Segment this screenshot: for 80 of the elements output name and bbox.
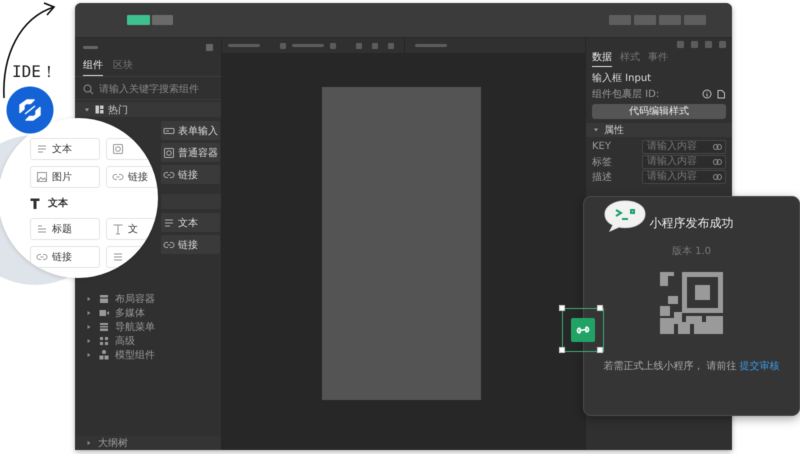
component-tile[interactable]: 链接 [161, 165, 220, 184]
category-item[interactable]: 高级 [115, 334, 135, 348]
resize-handle[interactable] [597, 347, 603, 353]
image-icon [36, 171, 48, 183]
dialog-title: 小程序发布成功 [650, 215, 734, 232]
search-icon [83, 84, 94, 94]
tile-label: 链接 [178, 168, 198, 182]
link-icon [112, 171, 124, 183]
copy-icon [716, 89, 726, 99]
tile-label: 标题 [52, 222, 72, 236]
component-tile[interactable]: 文本 [30, 138, 100, 160]
field-label: KEY [592, 141, 612, 152]
square-frame-icon [112, 143, 124, 155]
layout-icon [98, 293, 110, 305]
category-item[interactable]: 布局容器 [115, 292, 155, 306]
component-tile[interactable]: 表单输入 [161, 121, 220, 140]
panel-tab[interactable]: 组件 [83, 56, 103, 76]
square-frame-icon [163, 146, 175, 158]
component-title: 输入框 Input [591, 72, 652, 85]
code-edit-button[interactable]: 代码编辑样式 [592, 104, 726, 119]
terminal-chat-icon [603, 200, 647, 232]
toolbar-button[interactable] [634, 15, 656, 25]
component-tile[interactable]: 标题 [30, 218, 100, 240]
grid-dots-icon [98, 335, 110, 347]
link-icon [713, 144, 722, 150]
link-icon [713, 174, 722, 180]
tile-label: 表单输入 [178, 124, 218, 138]
component-tile[interactable]: 链接 [106, 166, 158, 188]
submit-review-link[interactable]: 提交审核 [740, 361, 780, 372]
handwritten-label: IDE！ [12, 62, 57, 83]
list-icon [112, 251, 124, 263]
component-tile[interactable]: 文 [106, 218, 158, 240]
video-icon [98, 307, 110, 319]
field-label: 标签 [592, 156, 613, 168]
letter-t-icon [112, 223, 124, 235]
tile-label: 文本 [52, 142, 72, 156]
resize-handle[interactable] [559, 305, 565, 311]
toolbar-button[interactable] [684, 15, 706, 25]
tile-label: 文本 [178, 216, 198, 230]
component-tile[interactable]: 链接 [161, 235, 220, 254]
resize-handle[interactable] [597, 305, 603, 311]
tile-label: 链接 [178, 238, 198, 252]
component-tile[interactable]: 链接 [30, 246, 100, 268]
text-lines-icon [163, 216, 175, 228]
category-item[interactable]: 导航菜单 [115, 320, 155, 334]
section-title: 文本 [48, 196, 68, 210]
menu-bar-icon [98, 321, 110, 333]
mode-button[interactable] [152, 15, 173, 25]
link-icon [713, 158, 722, 164]
qr-code-drawing [660, 272, 723, 334]
mode-button[interactable] [127, 15, 150, 25]
mini-program-icon [571, 318, 595, 342]
tile-label: 链接 [128, 170, 148, 184]
category-item[interactable]: 模型组件 [115, 348, 155, 362]
publish-note: 若需正式上线小程序， 请前往 提交审核 [603, 360, 780, 373]
info-icon [702, 89, 712, 99]
section-title: 属性 [604, 124, 624, 137]
outline-label[interactable]: 大纲树 [98, 436, 128, 450]
category-item[interactable]: 多媒体 [115, 306, 145, 320]
toolbar-button[interactable] [659, 15, 681, 25]
wrapper-id-label: 组件包裹层 ID: [592, 88, 660, 101]
tile-label: 链接 [52, 250, 72, 264]
component-tile[interactable]: 图片 [30, 166, 100, 188]
heading-lines-icon [36, 223, 48, 235]
link-icon [36, 251, 48, 263]
tile-label: 图片 [52, 170, 72, 184]
component-tile[interactable]: 普通容器 [161, 143, 220, 162]
text-lines-icon [36, 143, 48, 155]
tile-label: 普通容器 [178, 146, 218, 160]
resize-handle[interactable] [559, 347, 565, 353]
text-t-icon [30, 198, 40, 208]
toolbar-button[interactable] [609, 15, 631, 25]
tile-label: 文 [128, 222, 138, 236]
section-title: 热门 [108, 104, 128, 116]
field-label: 描述 [592, 170, 613, 184]
header-placeholder [83, 46, 98, 48]
version-label: 版本 1.0 [672, 244, 712, 258]
shapes-icon [98, 349, 110, 361]
component-tile[interactable]: 文本 [161, 213, 220, 232]
panel-tab[interactable]: 数据 [592, 49, 612, 67]
